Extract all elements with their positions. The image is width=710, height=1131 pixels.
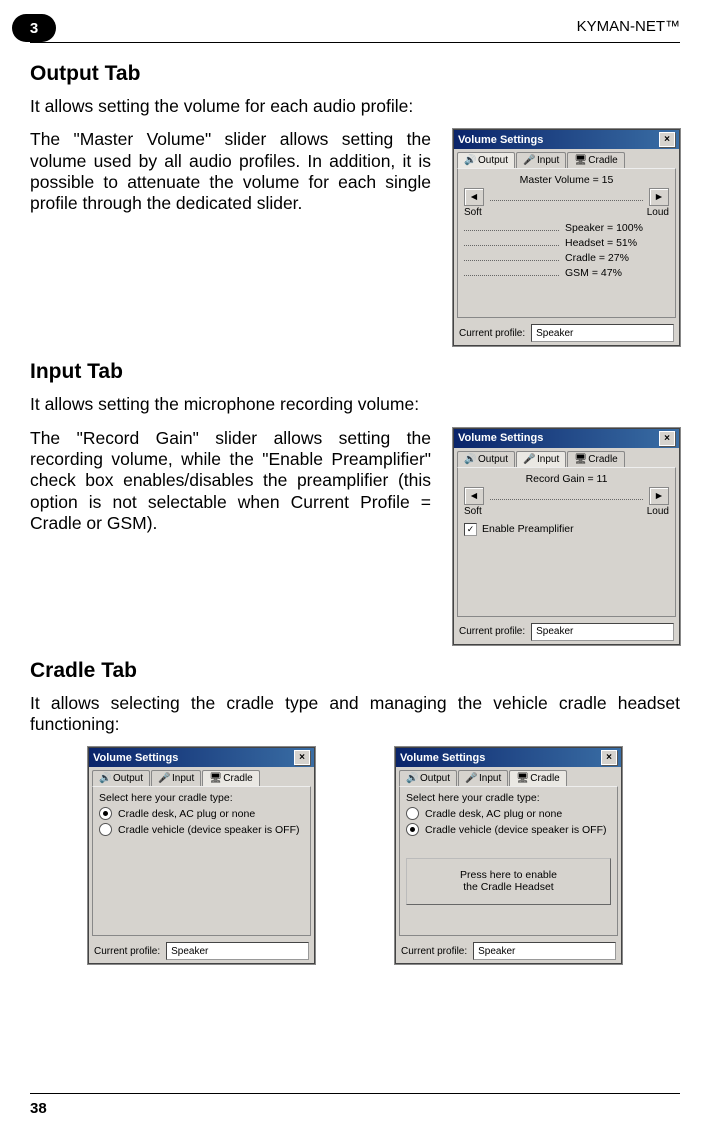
speaker-icon: 🔊	[99, 773, 110, 784]
page-number: 38	[30, 1093, 680, 1117]
window-title: Volume Settings	[458, 134, 543, 146]
radio-cradle-vehicle[interactable]	[406, 823, 419, 836]
gain-inc-button[interactable]: ►	[649, 487, 669, 505]
cradle-slider[interactable]	[464, 253, 559, 263]
close-icon[interactable]: ×	[601, 750, 617, 765]
radio-cradle-vehicle-label: Cradle vehicle (device speaker is OFF)	[425, 824, 606, 836]
window-title: Volume Settings	[400, 752, 485, 764]
header-rule	[30, 42, 680, 43]
tab-input[interactable]: 🎤Input	[516, 152, 566, 168]
close-icon[interactable]: ×	[659, 132, 675, 147]
tab-cradle[interactable]: 🖥Cradle	[202, 770, 259, 786]
record-gain-slider[interactable]	[488, 490, 645, 502]
speaker-label: Speaker = 100%	[565, 222, 643, 234]
current-profile-label: Current profile:	[94, 946, 160, 957]
cradle-icon: 🖥	[574, 155, 585, 166]
current-profile-value[interactable]: Speaker	[531, 623, 674, 641]
section2-intro: It allows setting the microphone recordi…	[30, 394, 680, 415]
current-profile-label: Current profile:	[459, 328, 525, 339]
loud-label: Loud	[647, 506, 669, 517]
radio-cradle-desk-label: Cradle desk, AC plug or none	[118, 808, 255, 820]
section1-para: The "Master Volume" slider allows settin…	[30, 129, 431, 214]
volume-inc-button[interactable]: ►	[649, 188, 669, 206]
mic-icon: 🎤	[158, 773, 169, 784]
headset-label: Headset = 51%	[565, 237, 637, 249]
loud-label: Loud	[647, 207, 669, 218]
soft-label: Soft	[464, 506, 482, 517]
headset-slider[interactable]	[464, 238, 559, 248]
mic-icon: 🎤	[465, 773, 476, 784]
tab-input[interactable]: 🎤Input	[151, 770, 201, 786]
cradle-label: Cradle = 27%	[565, 252, 629, 264]
preamp-checkbox[interactable]: ✓	[464, 523, 477, 536]
volume-settings-output-window: Volume Settings × 🔊Output 🎤Input 🖥Cradle…	[453, 129, 680, 346]
cradle-icon: 🖥	[209, 773, 220, 784]
mic-icon: 🎤	[523, 155, 534, 166]
current-profile-value[interactable]: Speaker	[473, 942, 616, 960]
master-volume-slider[interactable]	[488, 191, 645, 203]
section-title-input: Input Tab	[30, 360, 680, 384]
tab-output[interactable]: 🔊Output	[457, 451, 515, 467]
radio-cradle-desk-label: Cradle desk, AC plug or none	[425, 808, 562, 820]
tab-input[interactable]: 🎤Input	[516, 451, 566, 467]
master-volume-label: Master Volume = 15	[464, 174, 669, 186]
speaker-slider[interactable]	[464, 223, 559, 233]
speaker-icon: 🔊	[406, 773, 417, 784]
tab-input[interactable]: 🎤Input	[458, 770, 508, 786]
section-title-cradle: Cradle Tab	[30, 659, 680, 683]
volume-settings-input-window: Volume Settings × 🔊Output 🎤Input 🖥Cradle…	[453, 428, 680, 645]
volume-settings-cradle-window-a: Volume Settings × 🔊Output 🎤Input 🖥Cradle…	[88, 747, 315, 964]
soft-label: Soft	[464, 207, 482, 218]
current-profile-label: Current profile:	[401, 946, 467, 957]
section3-intro: It allows selecting the cradle type and …	[30, 693, 680, 736]
section2-para: The "Record Gain" slider allows setting …	[30, 428, 431, 535]
radio-cradle-vehicle[interactable]	[99, 823, 112, 836]
record-gain-label: Record Gain = 11	[464, 473, 669, 485]
tab-cradle[interactable]: 🖥Cradle	[567, 451, 624, 467]
cradle-icon: 🖥	[516, 773, 527, 784]
tab-output[interactable]: 🔊Output	[92, 770, 150, 786]
mic-icon: 🎤	[523, 454, 534, 465]
cradle-prompt: Select here your cradle type:	[406, 792, 611, 804]
preamp-label: Enable Preamplifier	[482, 523, 574, 535]
gsm-label: GSM = 47%	[565, 267, 622, 279]
enable-cradle-headset-button[interactable]: Press here to enable the Cradle Headset	[406, 858, 611, 904]
section1-intro: It allows setting the volume for each au…	[30, 96, 680, 117]
radio-cradle-desk[interactable]	[99, 807, 112, 820]
window-title: Volume Settings	[93, 752, 178, 764]
chapter-badge: 3	[12, 14, 56, 42]
tab-cradle[interactable]: 🖥Cradle	[567, 152, 624, 168]
tab-cradle[interactable]: 🖥Cradle	[509, 770, 566, 786]
close-icon[interactable]: ×	[294, 750, 310, 765]
gain-dec-button[interactable]: ◄	[464, 487, 484, 505]
window-title: Volume Settings	[458, 432, 543, 444]
volume-dec-button[interactable]: ◄	[464, 188, 484, 206]
tab-output[interactable]: 🔊Output	[399, 770, 457, 786]
volume-settings-cradle-window-b: Volume Settings × 🔊Output 🎤Input 🖥Cradle…	[395, 747, 622, 964]
speaker-icon: 🔊	[464, 454, 475, 465]
cradle-icon: 🖥	[574, 454, 585, 465]
product-name: KYMAN-NET™	[577, 18, 680, 35]
current-profile-value[interactable]: Speaker	[166, 942, 309, 960]
radio-cradle-vehicle-label: Cradle vehicle (device speaker is OFF)	[118, 824, 299, 836]
tab-output[interactable]: 🔊Output	[457, 152, 515, 168]
radio-cradle-desk[interactable]	[406, 807, 419, 820]
gsm-slider[interactable]	[464, 268, 559, 278]
section-title-output: Output Tab	[30, 62, 680, 86]
cradle-prompt: Select here your cradle type:	[99, 792, 304, 804]
close-icon[interactable]: ×	[659, 431, 675, 446]
current-profile-value[interactable]: Speaker	[531, 324, 674, 342]
speaker-icon: 🔊	[464, 155, 475, 166]
current-profile-label: Current profile:	[459, 626, 525, 637]
